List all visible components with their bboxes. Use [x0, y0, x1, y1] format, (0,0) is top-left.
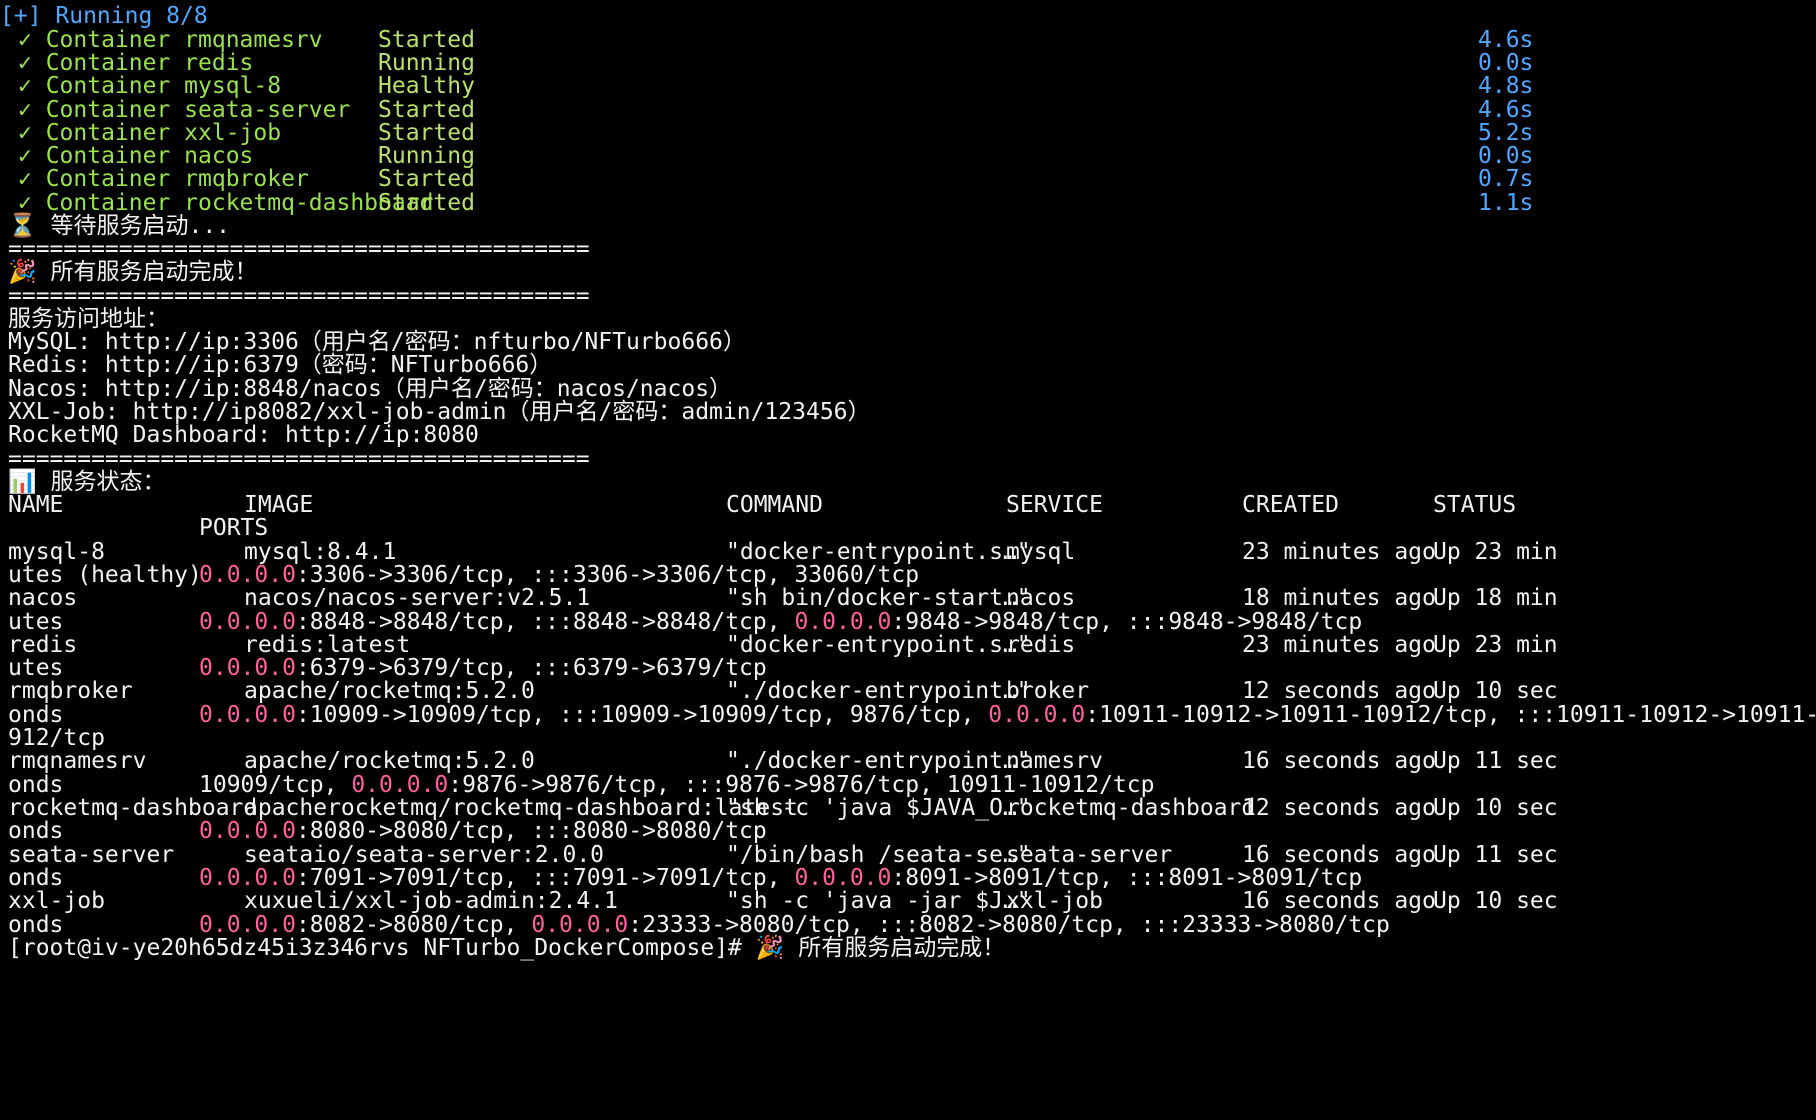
cell-service: namesrv [1006, 748, 1103, 774]
cell-status-wrap: onds [8, 818, 64, 844]
container-state: Healthy [378, 73, 475, 99]
shell-prompt[interactable]: [root@iv-ye20h65dz45i3z346rvs NFTurbo_Do… [8, 935, 1005, 962]
running-header: [+] Running 8/8 [0, 3, 208, 29]
ports-ip: 0.0.0.0 [199, 818, 296, 844]
cell-command: "sh bin/docker-start…" [726, 585, 1031, 611]
table-header-wrap: PORTS [0, 515, 1816, 542]
cell-command: "./docker-entrypoint…" [726, 678, 1031, 704]
cell-created: 16 seconds ago [1242, 888, 1436, 914]
ports-mapping: :10909->10909/tcp, :::10909->10909/tcp, … [295, 702, 989, 728]
terminal-window[interactable]: [+] Running 8/8 ✓ Container rmqnamesrv S… [0, 0, 1816, 1120]
container-duration: 0.7s [1478, 166, 1534, 192]
cell-created: 12 seconds ago [1242, 678, 1436, 704]
cell-name: xxl-job [8, 888, 105, 914]
table-row-wrap: onds 0.0.0.0:10909->10909/tcp, :::10909-… [0, 702, 1816, 729]
cell-name: rmqbroker [8, 678, 133, 704]
cell-name: rmqnamesrv [8, 748, 147, 774]
cell-image: nacos/nacos-server:v2.5.1 [244, 585, 591, 611]
cell-image: apache/rocketmq:5.2.0 [244, 678, 535, 704]
cell-command: "sh -c 'java -jar $J…" [726, 888, 1031, 914]
table-row: nacos nacos/nacos-server:v2.5.1 "sh bin/… [0, 585, 1816, 612]
cell-status: Up 10 sec [1433, 678, 1558, 704]
container-label: ✓ Container mysql-8 [18, 73, 282, 99]
cell-service: broker [1006, 678, 1090, 704]
ports-mapping: :8080->8080/tcp, :::8080->8080/tcp [295, 818, 767, 844]
col-header-ports: PORTS [199, 515, 269, 541]
cell-status: Up 18 min [1433, 585, 1558, 611]
container-state: Started [378, 166, 475, 192]
container-line: ✓ Container rocketmq-dashboard Started 1… [0, 190, 1816, 217]
ports-ip: 0.0.0.0 [988, 702, 1086, 728]
access-line-redis: Redis: http://ip:6379（密码：NFTurbo666） [8, 352, 553, 378]
done-message: 🎉 所有服务启动完成！ [8, 259, 258, 285]
cell-created: 16 seconds ago [1242, 748, 1436, 774]
cell-name: nacos [8, 585, 78, 611]
container-line: ✓ Container mysql-8 Healthy 4.8s [0, 73, 1816, 100]
cell-image: xuxueli/xxl-job-admin:2.4.1 [244, 888, 618, 914]
container-duration: 4.8s [1478, 73, 1534, 99]
cell-service: nacos [1006, 585, 1076, 611]
container-label: ✓ Container rmqbroker [18, 166, 309, 192]
table-row-wrap: onds 0.0.0.0:8080->8080/tcp, :::8080->80… [0, 818, 1816, 845]
cell-status: Up 11 sec [1433, 748, 1558, 774]
table-row: xxl-job xuxueli/xxl-job-admin:2.4.1 "sh … [0, 888, 1816, 915]
container-state: Started [378, 190, 475, 216]
cell-ports: 0.0.0.0:8080->8080/tcp, :::8080->8080/tc… [199, 818, 767, 845]
container-duration: 1.1s [1478, 190, 1534, 216]
ports-ip: 0.0.0.0 [199, 702, 296, 728]
container-line: ✓ Container rmqbroker Started 0.7s [0, 166, 1816, 193]
ports-mapping: :10911-10912->10911-10912/tcp, :::10911-… [1085, 702, 1816, 728]
table-row: rmqbroker apache/rocketmq:5.2.0 "./docke… [0, 678, 1816, 705]
access-line-rocketmq: RocketMQ Dashboard: http://ip:8080 [8, 422, 479, 448]
table-row: rmqnamesrv apache/rocketmq:5.2.0 "./dock… [0, 748, 1816, 775]
cell-image: apache/rocketmq:5.2.0 [244, 748, 535, 774]
cell-ports: 0.0.0.0:10909->10909/tcp, :::10909->1090… [199, 702, 1816, 729]
cell-service: xxl-job [1006, 888, 1103, 914]
cell-command: "./docker-entrypoint…" [726, 748, 1031, 774]
cell-status: Up 10 sec [1433, 888, 1558, 914]
cell-created: 18 minutes ago [1242, 585, 1436, 611]
